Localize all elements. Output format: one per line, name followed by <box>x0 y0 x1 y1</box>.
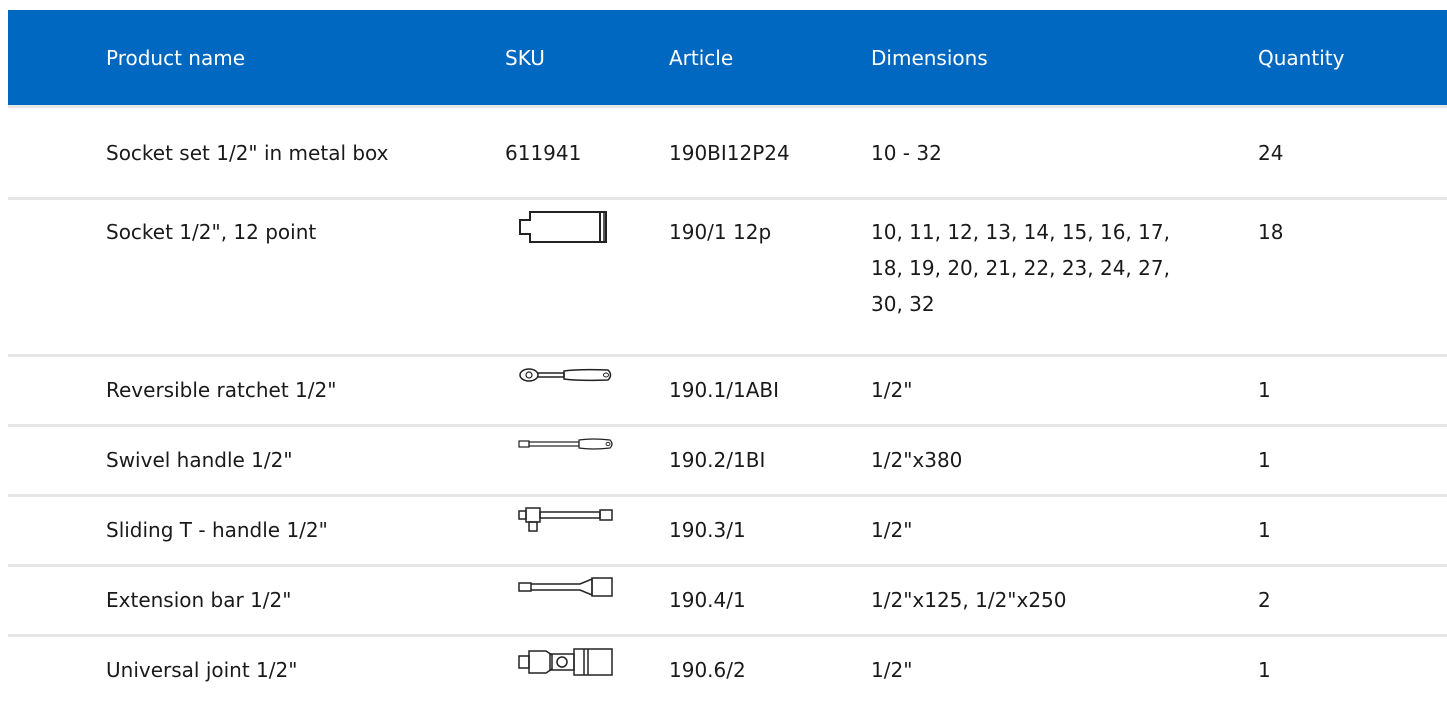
product-name: Socket set 1/2" in metal box <box>106 141 389 165</box>
table-row: Universal joint 1/2" 190.6/2 1/2" 1 <box>8 634 1447 704</box>
table-row: Socket 1/2", 12 point 190/1 12p 10, 11, … <box>8 197 1447 354</box>
quantity-value: 1 <box>1258 448 1271 472</box>
article-value: 190.4/1 <box>669 588 746 612</box>
table-row: Extension bar 1/2" 190.4/1 1/2"x125, 1/2… <box>8 564 1447 634</box>
dimensions-value: 1/2" <box>871 518 913 542</box>
column-header-quantity: Quantity <box>1258 46 1345 70</box>
product-name: Extension bar 1/2" <box>106 588 292 612</box>
article-value: 190.1/1ABI <box>669 378 780 402</box>
column-header-dimensions: Dimensions <box>871 46 988 70</box>
product-name: Universal joint 1/2" <box>106 658 298 682</box>
article-value: 190.6/2 <box>669 658 746 682</box>
product-name: Reversible ratchet 1/2" <box>106 378 337 402</box>
quantity-value: 1 <box>1258 378 1271 402</box>
table-row: Reversible ratchet 1/2" 190.1/1ABI 1/2" … <box>8 354 1447 424</box>
socket-icon <box>518 210 614 244</box>
dimensions-value: 1/2"x125, 1/2"x250 <box>871 588 1067 612</box>
column-header-product-name: Product name <box>106 46 246 70</box>
ratchet-icon <box>518 367 614 383</box>
article-value: 190.3/1 <box>669 518 746 542</box>
quantity-value: 1 <box>1258 658 1271 682</box>
dimensions-value: 10, 11, 12, 13, 14, 15, 16, 17, 18, 19, … <box>871 220 1170 316</box>
dimensions-value: 1/2" <box>871 658 913 682</box>
product-name: Socket 1/2", 12 point <box>106 220 317 244</box>
article-value: 190.2/1BI <box>669 448 766 472</box>
table-row: Sliding T - handle 1/2" 190.3/1 1/2" 1 <box>8 494 1447 564</box>
column-header-sku: SKU <box>505 46 545 70</box>
t-handle-icon <box>518 507 614 533</box>
article-value: 190BI12P24 <box>669 141 790 165</box>
table-row: Socket set 1/2" in metal box 611941 190B… <box>8 105 1447 197</box>
quantity-value: 18 <box>1258 220 1284 244</box>
quantity-value: 2 <box>1258 588 1271 612</box>
table-row: Swivel handle 1/2" 190.2/1BI 1/2"x380 1 <box>8 424 1447 494</box>
quantity-value: 1 <box>1258 518 1271 542</box>
article-value: 190/1 12p <box>669 220 772 244</box>
quantity-value: 24 <box>1258 141 1284 165</box>
sku-value: 611941 <box>505 141 582 165</box>
universal-joint-icon <box>518 647 614 677</box>
dimensions-value: 10 - 32 <box>871 141 942 165</box>
product-table: Product name SKU Article Dimensions Quan… <box>8 10 1447 704</box>
dimensions-value: 1/2"x380 <box>871 448 963 472</box>
table-header: Product name SKU Article Dimensions Quan… <box>8 10 1447 105</box>
extension-bar-icon <box>518 577 614 597</box>
swivel-handle-icon <box>518 437 614 451</box>
column-header-article: Article <box>669 46 734 70</box>
dimensions-value: 1/2" <box>871 378 913 402</box>
product-name: Swivel handle 1/2" <box>106 448 293 472</box>
product-name: Sliding T - handle 1/2" <box>106 518 328 542</box>
